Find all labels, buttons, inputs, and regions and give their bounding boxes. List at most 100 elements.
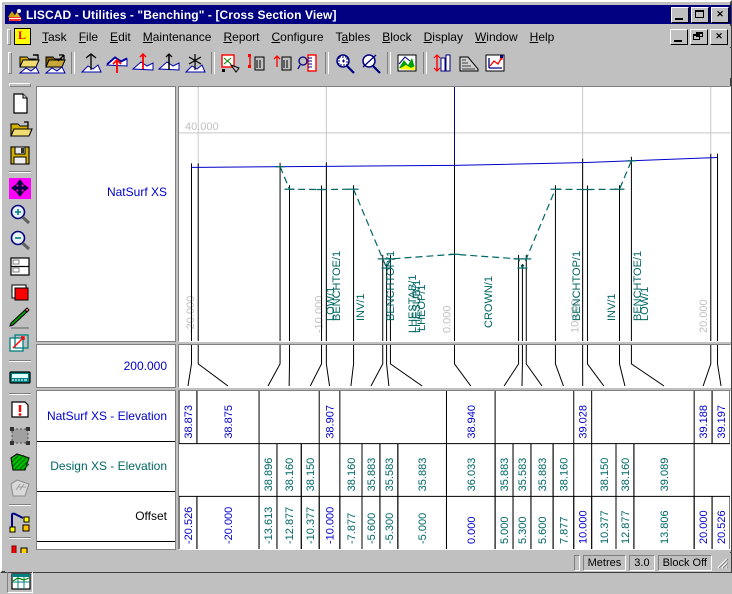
offset-value: -10.377: [305, 507, 317, 544]
graph-canvas[interactable]: -20.000-10.0000.00010.00020.00040.000BEN…: [179, 87, 730, 341]
status-scale[interactable]: 3.0: [629, 555, 654, 571]
cross-section-view: NatSurf XS 200.000 NatSurf XS - Elevatio…: [36, 86, 731, 552]
offset-value: -5.600: [366, 513, 378, 544]
label-divider: [37, 541, 175, 542]
close-button[interactable]: ✕: [711, 7, 729, 23]
leader-line: [526, 345, 542, 386]
status-block[interactable]: Block Off: [658, 555, 712, 571]
report-icon[interactable]: [457, 52, 481, 75]
transform-icon[interactable]: [7, 332, 33, 357]
offset-value: 13.806: [659, 510, 671, 544]
surface-view-icon[interactable]: [395, 52, 419, 75]
zoom-previous-icon[interactable]: [359, 52, 383, 75]
window-tile-icon[interactable]: [7, 254, 33, 279]
mdi-minimize-button[interactable]: [670, 29, 688, 45]
clear-fill-icon[interactable]: [7, 476, 33, 501]
offset-value: 20.000: [698, 510, 710, 544]
string-name-label: LOW/1: [325, 287, 337, 321]
pan-icon[interactable]: [7, 176, 33, 201]
x-axis-tick-label: -10.000: [313, 296, 325, 333]
plot-icon[interactable]: [483, 52, 507, 75]
graph-panel[interactable]: -20.000-10.0000.00010.00020.00040.000BEN…: [178, 86, 731, 342]
open-section-icon[interactable]: [17, 52, 41, 75]
offset-value: -20.526: [183, 507, 195, 544]
insert-point-icon[interactable]: [79, 52, 103, 75]
left-toolbar-separator: [9, 171, 31, 173]
data-table-panel[interactable]: 38.873-20.52638.875-20.00038.896-13.6133…: [178, 390, 731, 550]
delete-point-icon[interactable]: [131, 52, 155, 75]
select-area-icon[interactable]: [7, 424, 33, 449]
application-window: LISCAD - Utilities - "Benching" - [Cross…: [0, 0, 732, 573]
menu-file[interactable]: File: [73, 29, 104, 45]
menu-report[interactable]: Report: [217, 29, 265, 45]
edit-point-icon[interactable]: [157, 52, 181, 75]
add-string-icon[interactable]: [183, 52, 207, 75]
design-elevation-value: 38.160: [620, 458, 632, 492]
copy-delete-icon[interactable]: [271, 52, 295, 75]
design-elevation-value: 38.150: [305, 458, 317, 492]
measure-tool-icon[interactable]: [297, 52, 321, 75]
edit-annotation-icon[interactable]: [219, 52, 243, 75]
leader-line: [310, 345, 321, 386]
volumes-icon[interactable]: [431, 52, 455, 75]
zoom-window-icon[interactable]: [333, 52, 357, 75]
mdi-close-button[interactable]: ✕: [710, 29, 728, 45]
zoom-out-icon[interactable]: [7, 228, 33, 253]
offset-value: -5.000: [417, 513, 429, 544]
colour-icon[interactable]: [7, 280, 33, 305]
menu-drag-grip[interactable]: [7, 29, 11, 45]
left-toolbar: [5, 80, 35, 569]
offset-value: -10.000: [325, 507, 337, 544]
status-units[interactable]: Metres: [583, 555, 627, 571]
menu-display[interactable]: Display: [418, 29, 469, 45]
minimize-button[interactable]: [671, 7, 689, 23]
toolbar-separator: [387, 52, 391, 74]
maximize-button[interactable]: [691, 7, 709, 23]
string-name-label: LOW/1: [639, 287, 651, 321]
zoom-in-icon[interactable]: [7, 202, 33, 227]
delete-annotation-icon[interactable]: [245, 52, 269, 75]
menu-task[interactable]: Task: [36, 29, 73, 45]
move-point-up-icon[interactable]: [105, 52, 129, 75]
design-elevation-label: Design XS - Elevation: [50, 459, 167, 473]
menu-bar: Task File Edit Maintenance Report Config…: [5, 26, 731, 47]
left-toolbar-drag-grip[interactable]: [9, 83, 31, 87]
data-table-canvas[interactable]: 38.873-20.52638.875-20.00038.896-13.6133…: [179, 391, 730, 549]
leader-line: [371, 345, 383, 386]
mdi-restore-button[interactable]: [690, 29, 708, 45]
save-file-icon[interactable]: [7, 143, 33, 168]
attention-icon[interactable]: [7, 398, 33, 423]
menu-tables[interactable]: Tables: [330, 29, 377, 45]
offset-value: -12.877: [284, 507, 296, 544]
design-elevation-value: 38.896: [263, 458, 275, 492]
hatch-fill-icon[interactable]: [7, 450, 33, 475]
leader-line: [504, 345, 518, 386]
toolbar-separator: [325, 52, 329, 74]
menu-edit[interactable]: Edit: [104, 29, 137, 45]
keyboard-entry-icon[interactable]: [7, 365, 33, 390]
offset-value: 10.377: [599, 510, 611, 544]
offset-value: 12.877: [620, 510, 632, 544]
leader-line: [387, 345, 389, 386]
design-elevation-value: 35.583: [517, 458, 529, 492]
open-file-icon[interactable]: [7, 117, 33, 142]
edit-pencil-icon[interactable]: [7, 306, 33, 331]
offset-value: 10.000: [578, 510, 590, 544]
natsurf-elevation-value: 38.907: [325, 405, 337, 439]
save-section-icon[interactable]: [43, 52, 67, 75]
menu-configure[interactable]: Configure: [266, 29, 330, 45]
liscad-L-icon[interactable]: [14, 28, 31, 45]
natsurf-elevation-value: 38.940: [466, 405, 478, 439]
new-file-icon[interactable]: [7, 91, 33, 116]
x-axis-tick-label: 0.000: [442, 305, 454, 333]
road-design-icon[interactable]: [7, 509, 33, 534]
menu-block[interactable]: Block: [376, 29, 417, 45]
string-name-label: LHESTAB/1: [407, 275, 419, 334]
menu-maintenance[interactable]: Maintenance: [137, 29, 218, 45]
offset-value: -5.300: [384, 513, 396, 544]
resize-grip-icon[interactable]: [715, 556, 729, 570]
menu-window[interactable]: Window: [469, 29, 524, 45]
design-elevation-value: 38.160: [284, 458, 296, 492]
toolbar-drag-grip[interactable]: [8, 52, 12, 74]
menu-help[interactable]: Help: [524, 29, 561, 45]
